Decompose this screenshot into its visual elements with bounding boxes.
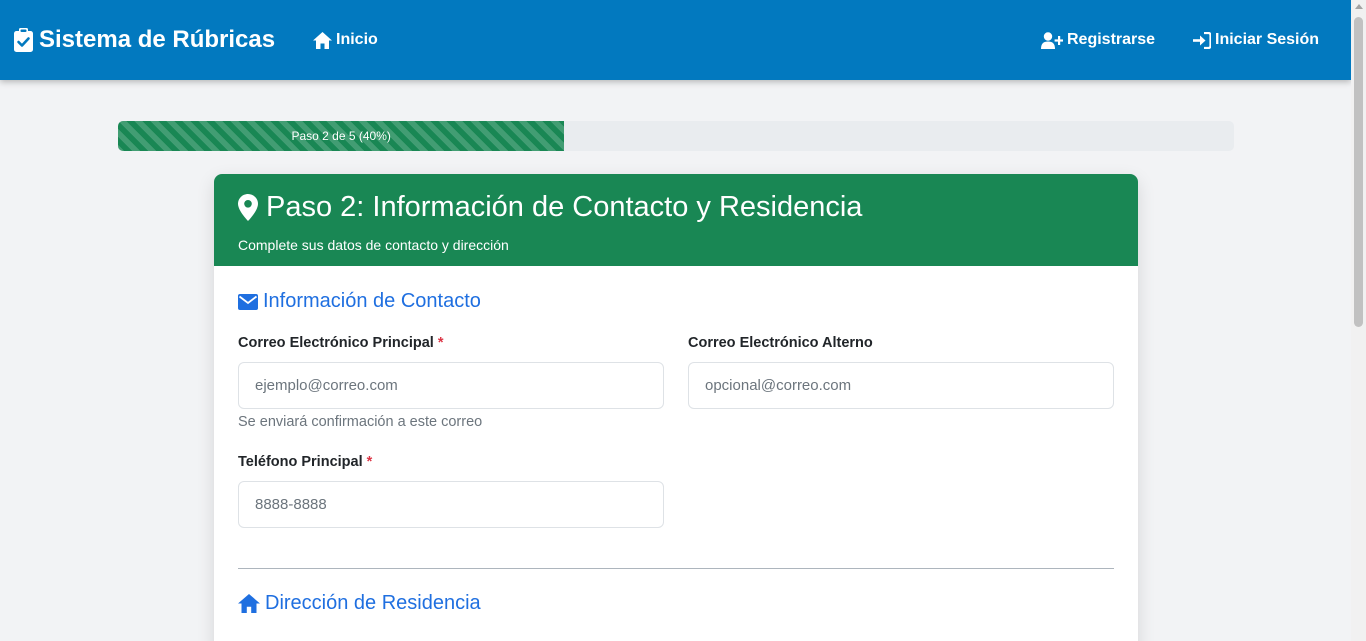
card-title: Paso 2: Información de Contacto y Reside… [238,189,1114,225]
nav-registrarse-label: Registrarse [1067,31,1156,48]
email-label: Correo Electrónico Principal * [238,335,444,351]
phone-field[interactable] [238,481,664,528]
scroll-up-arrow-icon[interactable] [1355,4,1363,9]
email-label-text: Correo Electrónico Principal [238,335,434,351]
section-contacto-title: Información de Contacto [238,290,481,313]
card-subtitle: Complete sus datos de contacto y direcci… [238,237,509,253]
section-residencia-title: Dirección de Residencia [238,592,481,615]
email-alt-field[interactable] [688,362,1114,409]
nav-inicio[interactable]: Inicio [313,30,378,50]
card-title-text: Paso 2: Información de Contacto y Reside… [266,190,863,223]
nav-registrarse[interactable]: Registrarse [1041,30,1155,50]
progress-label: Paso 2 de 5 (40%) [291,129,391,143]
page-scrollbar[interactable] [1351,0,1366,641]
section-residencia-label: Dirección de Residencia [265,592,481,614]
email-field[interactable] [238,362,664,409]
phone-label: Teléfono Principal * [238,454,372,470]
brand-link[interactable]: Sistema de Rúbricas [14,26,275,54]
section-contacto-label: Información de Contacto [263,290,481,312]
nav-iniciar-sesion-label: Iniciar Sesión [1215,31,1320,48]
section-divider [238,568,1114,569]
home-icon [238,594,260,613]
email-alt-label: Correo Electrónico Alterno [688,335,873,351]
progress-track: Paso 2 de 5 (40%) [118,121,1234,151]
home-icon [313,31,332,49]
card-header: Paso 2: Información de Contacto y Reside… [214,174,1138,266]
required-mark: * [366,454,373,470]
email-help-text: Se enviará confirmación a este correo [238,414,483,430]
map-marker-icon [238,193,258,221]
navbar: Sistema de Rúbricas Inicio Registrarse I… [0,0,1351,80]
user-plus-icon [1041,31,1063,49]
progress-bar: Paso 2 de 5 (40%) [118,121,565,151]
nav-inicio-label: Inicio [336,31,378,48]
sign-in-icon [1193,31,1211,49]
form-card: Paso 2: Información de Contacto y Reside… [214,174,1138,641]
required-mark: * [437,335,444,351]
brand-label: Sistema de Rúbricas [39,26,276,53]
envelope-icon [238,293,258,310]
phone-label-text: Teléfono Principal [238,454,363,470]
scrollbar-thumb[interactable] [1354,17,1363,327]
clipboard-check-icon [14,28,33,52]
nav-iniciar-sesion[interactable]: Iniciar Sesión [1193,30,1319,50]
